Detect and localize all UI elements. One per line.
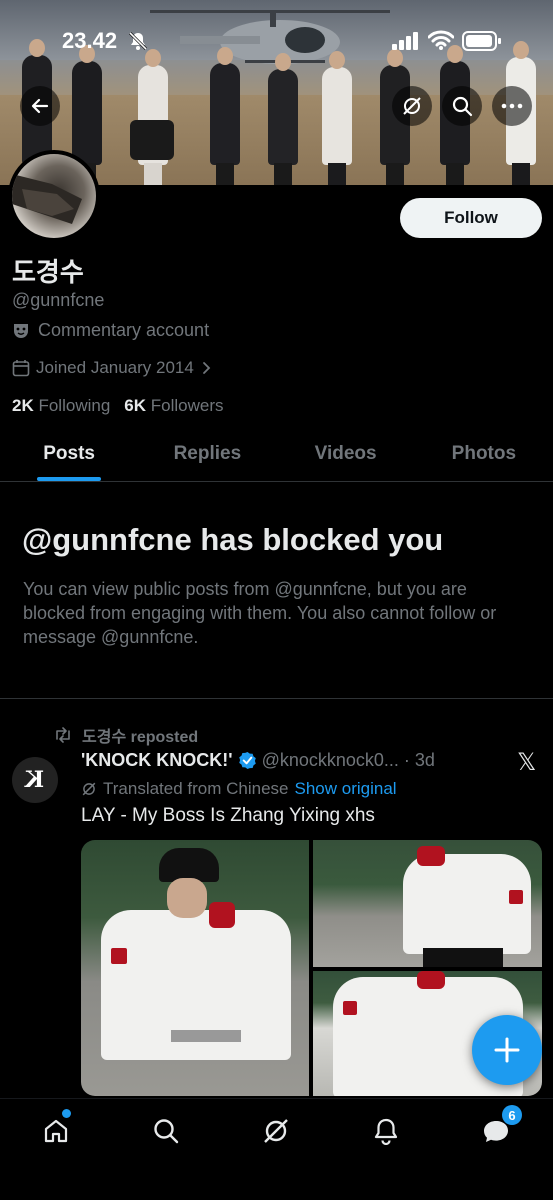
profile-handle: @gunnfcne: [12, 290, 105, 310]
post-author-avatar[interactable]: K: [12, 757, 58, 803]
tab-replies[interactable]: Replies: [138, 432, 276, 481]
photo-cap: [159, 848, 219, 882]
following-label: Following: [38, 396, 111, 415]
followers-link[interactable]: 6K Followers: [124, 396, 223, 416]
profile-avatar[interactable]: [8, 150, 100, 242]
photo-patch: [509, 890, 523, 904]
battery-icon: [462, 31, 501, 51]
more-button[interactable]: [492, 86, 532, 126]
back-button[interactable]: [20, 86, 60, 126]
following-link[interactable]: 2K Following: [12, 396, 110, 416]
banner-bag: [130, 120, 174, 160]
more-horizontal-icon: [501, 103, 523, 109]
calendar-icon: [12, 360, 30, 377]
compose-button[interactable]: [472, 1015, 542, 1085]
repost-indicator: 도경수 reposted: [54, 723, 198, 747]
photo-skirt: [423, 948, 503, 967]
avatar-image: [12, 174, 82, 224]
tab-videos[interactable]: Videos: [277, 432, 415, 481]
chevron-right-icon: [202, 362, 211, 374]
photo-subject: [403, 854, 531, 954]
nav-search[interactable]: [146, 1111, 186, 1151]
home-icon: [44, 1119, 68, 1143]
post-author-handle[interactable]: @knockknock0...: [262, 750, 399, 771]
display-name: 도경수: [12, 258, 84, 288]
bell-off-icon: [128, 31, 148, 51]
joined-date[interactable]: Joined January 2014: [12, 358, 212, 378]
photo-glove: [417, 971, 445, 989]
back-arrow-icon: [31, 98, 49, 114]
nav-messages[interactable]: 6: [476, 1105, 522, 1151]
search-icon: [154, 1119, 179, 1144]
banner-person: [268, 53, 298, 185]
bottom-navigation: 6: [0, 1098, 553, 1200]
nav-grok[interactable]: [256, 1111, 296, 1151]
show-original-link[interactable]: Show original: [295, 779, 397, 799]
x-logo-icon: 𝕏: [517, 748, 537, 776]
nav-home[interactable]: [36, 1109, 76, 1151]
blocked-title: @gunnfcne has blocked you: [22, 522, 444, 557]
photo-glove: [209, 902, 235, 928]
banner-person: [72, 45, 102, 185]
wifi-icon: [428, 30, 454, 50]
post-photo[interactable]: [313, 840, 542, 967]
follow-button[interactable]: Follow: [400, 198, 542, 238]
signal-icon: [392, 32, 418, 50]
search-icon: [452, 96, 473, 117]
search-button[interactable]: [442, 86, 482, 126]
post-author-name[interactable]: 'KNOCK KNOCK!': [81, 750, 233, 771]
status-time: 23.42: [62, 28, 118, 53]
post-photo[interactable]: [81, 840, 309, 1096]
photo-belt: [171, 1030, 241, 1042]
plus-icon: [494, 1037, 520, 1063]
avatar-logo-text: K: [25, 767, 45, 793]
followers-count: 6K: [124, 396, 147, 415]
post-separator: ·: [403, 750, 410, 770]
messages-badge: 6: [502, 1105, 522, 1125]
section-divider: [0, 698, 553, 699]
grok-icon: [264, 1119, 288, 1143]
grok-button[interactable]: [392, 86, 432, 126]
banner-person: [322, 51, 352, 185]
grok-translate-icon: [82, 782, 96, 796]
photo-face: [167, 878, 207, 918]
photo-glove: [417, 846, 445, 866]
home-notification-dot: [62, 1109, 71, 1118]
post-text: LAY - My Boss Is Zhang Yixing xhs: [81, 805, 375, 826]
translation-bar: Translated from Chinese Show original: [81, 779, 397, 799]
profile-tabs: Posts Replies Videos Photos: [0, 432, 553, 482]
followers-label: Followers: [150, 396, 224, 415]
follow-stats: 2K Following 6K Followers: [12, 396, 224, 416]
blocked-description: You can view public posts from @gunnfcne…: [23, 579, 497, 647]
bio: Commentary account: [12, 320, 209, 341]
repost-label: 도경수 reposted: [82, 729, 199, 746]
repost-icon: [56, 727, 70, 743]
notifications-icon: [374, 1118, 398, 1145]
photo-patch: [343, 1001, 357, 1015]
joined-text: Joined January 2014: [36, 358, 194, 377]
theater-masks-icon: [14, 323, 28, 338]
following-count: 2K: [12, 396, 34, 415]
post-date[interactable]: 3d: [415, 750, 435, 771]
tab-posts[interactable]: Posts: [0, 432, 138, 481]
tab-photos[interactable]: Photos: [415, 432, 553, 481]
photo-patch: [111, 948, 127, 964]
status-bar: 23.42: [0, 28, 553, 54]
bio-text: Commentary account: [38, 320, 210, 340]
verified-badge-icon: [238, 751, 256, 770]
translated-label: Translated from Chinese: [103, 779, 289, 798]
post-header: 'KNOCK KNOCK!' @knockknock0... · 3d: [81, 750, 435, 771]
banner-person: [210, 47, 240, 185]
grok-icon: [403, 97, 421, 115]
nav-notifications[interactable]: [366, 1111, 406, 1151]
